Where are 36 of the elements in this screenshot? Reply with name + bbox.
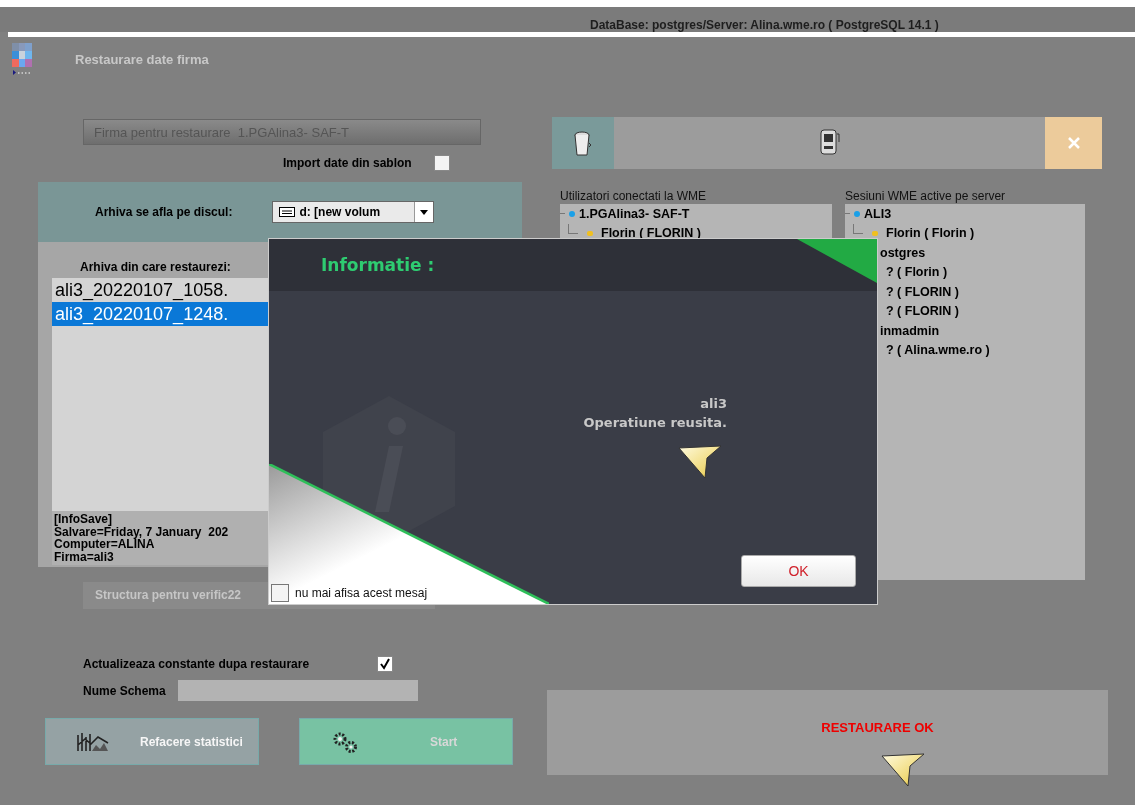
dialog-message: Operatiune reusita. (583, 414, 727, 432)
window-title: Restaurare date firma (75, 52, 209, 67)
disk-dropdown[interactable]: d: [new volum (272, 201, 435, 223)
disk-label: Arhiva se afla pe discul: (95, 205, 233, 219)
archive-label: Arhiva din care restaurezi: (80, 260, 231, 274)
info-line: Firma=ali3 (54, 550, 114, 563)
tree-node[interactable]: 1.PGAlina3- SAF-T (560, 204, 832, 224)
dont-show-checkbox[interactable] (271, 584, 289, 602)
update-constants-checkbox[interactable] (377, 656, 394, 672)
schema-label: Nume Schema (83, 683, 166, 698)
schema-field[interactable] (177, 680, 418, 701)
bin-button[interactable] (552, 117, 614, 169)
update-constants-label: Actualizeaza constante dupa restaurare (83, 657, 310, 671)
ok-button[interactable]: OK (741, 555, 856, 587)
pointer-icon (677, 444, 723, 480)
import-checkbox[interactable] (433, 155, 450, 171)
bin-icon (574, 129, 592, 157)
tree-title: Utilizatori conectati la WME (560, 189, 708, 204)
drive-icon (279, 207, 296, 217)
dropdown-arrow-icon[interactable] (420, 209, 429, 215)
machine-icon (818, 128, 841, 158)
close-icon (1067, 137, 1080, 149)
info-line: [InfoSave] (54, 513, 112, 526)
dont-show-label: nu mai afisa acest mesaj (295, 586, 428, 600)
pointer-icon (880, 752, 926, 788)
dialog-title: Informatie : (321, 255, 435, 275)
result-text: RESTAURARE OK (821, 720, 934, 736)
chart-icon (76, 730, 110, 753)
tree-title: Sesiuni WME active pe server (845, 189, 1007, 204)
info-line: Computer=ALINA (54, 538, 156, 551)
status-text: DataBase: postgres/Server: Alina.wme.ro ( PostgreSQL 14.1 ) (590, 18, 939, 32)
tree-node[interactable]: Florin ( Florin ) (845, 223, 1085, 243)
import-label: Import date din sablon (283, 156, 412, 170)
info-line: Salvare=Friday, 7 January 202 (54, 525, 230, 538)
dialog-message: ali3 (699, 395, 727, 413)
tree-node[interactable]: ALI3 (845, 204, 1085, 224)
